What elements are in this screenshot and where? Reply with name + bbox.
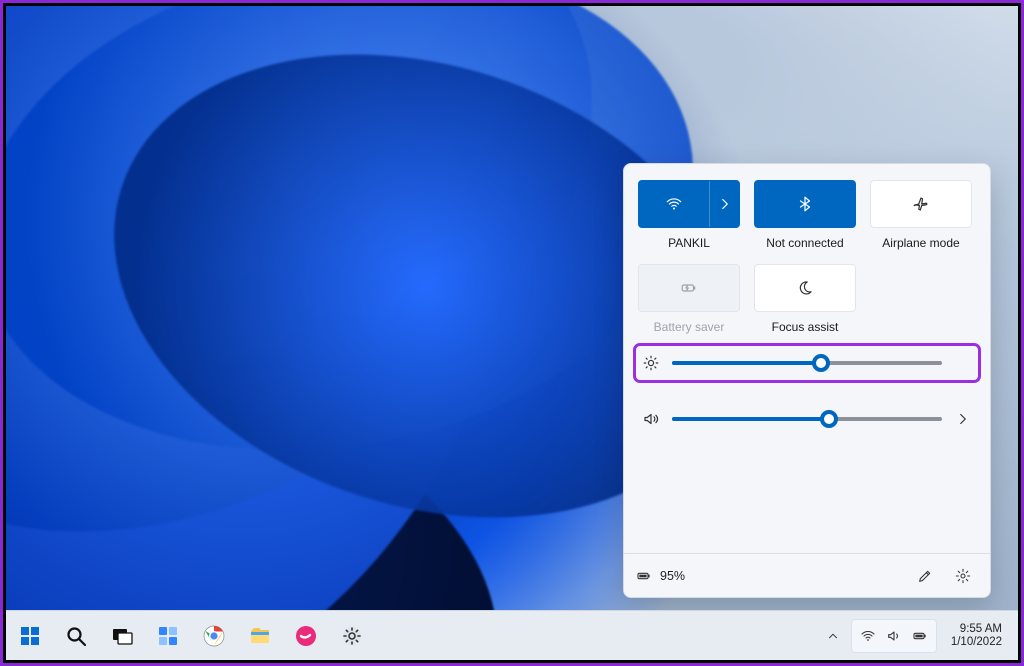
battery-icon xyxy=(912,628,928,644)
system-tray[interactable] xyxy=(851,619,937,653)
airplane-icon xyxy=(912,195,930,213)
taskbar-app-chrome[interactable] xyxy=(200,622,228,650)
volume-icon xyxy=(642,410,660,428)
chevron-right-icon xyxy=(716,195,734,213)
brightness-slider[interactable] xyxy=(672,361,942,365)
battery-saver-icon xyxy=(680,279,698,297)
airplane-mode-tile[interactable] xyxy=(870,180,972,228)
search-button[interactable] xyxy=(62,622,90,650)
taskbar-app-explorer[interactable] xyxy=(246,622,274,650)
volume-icon xyxy=(886,628,902,644)
moon-icon xyxy=(796,279,814,297)
battery-saver-tile xyxy=(638,264,740,312)
wifi-tile[interactable] xyxy=(638,180,740,228)
volume-slider-row xyxy=(638,404,976,434)
wifi-label: PANKIL xyxy=(668,236,710,250)
battery-saver-label: Battery saver xyxy=(654,320,725,334)
focus-assist-tile[interactable] xyxy=(754,264,856,312)
search-icon xyxy=(64,624,88,648)
volume-slider[interactable] xyxy=(672,417,942,421)
wifi-icon xyxy=(860,628,876,644)
volume-thumb[interactable] xyxy=(820,410,838,428)
edit-quick-settings-button[interactable] xyxy=(910,561,940,591)
focus-assist-label: Focus assist xyxy=(772,320,839,334)
start-button[interactable] xyxy=(16,622,44,650)
file-explorer-icon xyxy=(248,624,272,648)
battery-icon xyxy=(636,568,652,584)
brightness-slider-row xyxy=(638,348,976,378)
chevron-up-icon xyxy=(826,629,840,643)
wifi-icon xyxy=(665,195,683,213)
bluetooth-tile[interactable] xyxy=(754,180,856,228)
bluetooth-icon xyxy=(796,195,814,213)
taskbar-app-circle[interactable] xyxy=(292,622,320,650)
bluetooth-label: Not connected xyxy=(766,236,843,250)
windows-logo-icon xyxy=(18,624,42,648)
task-view-icon xyxy=(110,624,134,648)
airplane-mode-label: Airplane mode xyxy=(882,236,959,250)
tray-overflow-button[interactable] xyxy=(819,622,847,650)
clock-date: 1/10/2022 xyxy=(951,636,1002,649)
task-view-button[interactable] xyxy=(108,622,136,650)
open-settings-button[interactable] xyxy=(948,561,978,591)
brightness-icon xyxy=(642,354,660,372)
widgets-button[interactable] xyxy=(154,622,182,650)
battery-percentage: 95% xyxy=(660,569,685,583)
volume-output-button[interactable] xyxy=(954,410,972,428)
wifi-expand-button[interactable] xyxy=(709,181,739,227)
chrome-icon xyxy=(202,624,226,648)
quick-settings-footer: 95% xyxy=(624,553,990,597)
gear-icon xyxy=(955,568,971,584)
taskbar-clock[interactable]: 9:55 AM 1/10/2022 xyxy=(941,623,1008,649)
quick-settings-tiles: PANKIL Not connected Airplane mode Batte… xyxy=(624,164,990,334)
pink-app-icon xyxy=(294,624,318,648)
gear-icon xyxy=(340,624,364,648)
quick-settings-panel: PANKIL Not connected Airplane mode Batte… xyxy=(623,163,991,598)
pencil-icon xyxy=(917,568,933,584)
taskbar-app-settings[interactable] xyxy=(338,622,366,650)
brightness-thumb[interactable] xyxy=(812,354,830,372)
chevron-right-icon xyxy=(954,410,972,428)
clock-time: 9:55 AM xyxy=(951,623,1002,636)
widgets-icon xyxy=(156,624,180,648)
taskbar: 9:55 AM 1/10/2022 xyxy=(6,610,1018,660)
